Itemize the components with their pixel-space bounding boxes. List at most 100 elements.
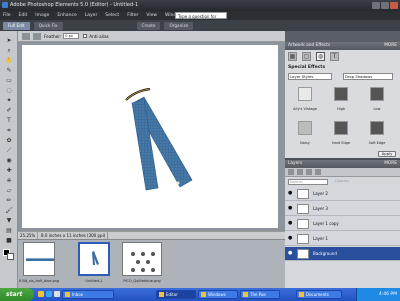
quick-launch [38,291,60,297]
apply-button[interactable]: Apply [378,151,396,157]
browser-icon[interactable] [46,291,52,297]
close-button[interactable] [390,2,398,9]
toolbox: ➤ ⌕ ✋ ✎ ▭ ◌ ✦ ✐ T ⌗ ✿ ⟋ ◉ ✚ ⎈ ▱ ✏ 🖌 ▼ ▤ … [0,31,18,288]
style-label: High [336,107,346,111]
organize-button[interactable]: Organize [164,21,194,30]
text-tab-icon[interactable]: T [330,52,339,61]
delete-layer-icon[interactable] [306,169,312,175]
layer-name: Background [313,251,337,256]
eyedropper-tool-icon[interactable]: ✎ [4,67,14,74]
style-thumbnail[interactable]: Hard Edge [324,117,358,151]
selection-brush-icon[interactable]: ✐ [4,107,14,114]
style-thumbnail[interactable]: High [324,83,358,117]
taskbar-item[interactable]: Documents [296,290,342,299]
layer-thumbnail [297,189,309,199]
document-canvas[interactable] [22,45,278,228]
effects-style-set-select[interactable]: Drop Shadows [343,73,393,80]
system-tray-clock[interactable]: 4:46 PM [356,288,400,301]
hand-tool-icon[interactable]: ✋ [4,57,14,64]
photo-bin-thumb[interactable] [122,242,162,276]
minimize-button[interactable] [372,2,380,9]
layer-row[interactable]: ● Layer 3 [285,202,400,216]
cookie-cutter-icon[interactable]: ✿ [4,137,14,144]
photo-bin-thumb[interactable] [23,242,55,276]
quick-fix-tab[interactable]: Quick Fix [33,21,63,30]
magic-wand-tool-icon[interactable]: ✦ [4,97,14,104]
layers-more-button[interactable]: MORE [384,160,397,168]
document-icon [243,292,248,297]
selection-mode-icon[interactable] [33,32,41,40]
maximize-button[interactable] [381,2,389,9]
layer-row[interactable]: ● Layer 2 [285,187,400,201]
layer-row[interactable]: ● Layer 1 copy [285,217,400,231]
move-tool-icon[interactable]: ➤ [4,37,14,44]
full-edit-tab[interactable]: Full Edit [3,21,30,30]
clone-stamp-icon[interactable]: ⎈ [4,177,14,184]
menu-view[interactable]: View [146,13,157,18]
visibility-eye-icon[interactable]: ● [288,191,294,196]
lasso-tool-icon[interactable]: ◌ [4,87,14,94]
visibility-eye-icon[interactable]: ● [288,206,294,211]
red-eye-tool-icon[interactable]: ◉ [4,157,14,164]
adjustment-layer-icon[interactable] [297,169,303,175]
photo-bin-thumb-selected[interactable] [78,242,110,276]
menu-select[interactable]: Select [105,13,119,18]
create-button[interactable]: Create [136,21,161,30]
effects-tab-icon[interactable]: ◍ [316,52,325,61]
desktop-icon[interactable] [54,291,60,297]
menu-image[interactable]: Image [35,13,49,18]
crop-tool-icon[interactable]: ⌗ [4,127,14,134]
visibility-eye-icon[interactable]: ● [288,251,294,256]
style-thumbnail[interactable]: Low [360,83,394,117]
marquee-preset-icon[interactable] [22,32,30,40]
help-search-input[interactable]: Type a question for help [175,12,227,26]
layer-row-selected[interactable]: ● Background [285,247,400,261]
visibility-eye-icon[interactable]: ● [288,221,294,226]
healing-brush-icon[interactable]: ✚ [4,167,14,174]
frames-tab-icon[interactable]: ▢ [302,52,311,61]
photoshop-elements-icon [2,2,8,8]
start-button[interactable]: start [0,288,34,301]
effects-more-button[interactable]: MORE [384,42,397,50]
style-thumbnail[interactable]: Ally's Vintage [288,83,322,117]
shape-tool-icon[interactable]: ■ [4,237,14,244]
effects-category-select[interactable]: Layer Styles [288,73,332,80]
taskbar-item-active[interactable]: Editor [156,290,196,299]
menu-filter[interactable]: Filter [127,13,138,18]
folder-icon[interactable] [38,291,44,297]
pencil-tool-icon[interactable]: ✏ [4,197,14,204]
paint-bucket-icon[interactable]: ▼ [4,217,14,224]
brush-tool-icon[interactable]: 🖌 [4,207,14,214]
style-swatch [370,121,384,135]
effects-section-title: Special Effects [288,65,326,70]
marquee-tool-icon[interactable]: ▭ [4,77,14,84]
taskbar-item[interactable]: The Poe [240,290,280,299]
new-layer-icon[interactable] [288,169,294,175]
type-tool-icon[interactable]: T [4,117,14,124]
taskbar-item-label: The Poe [250,292,266,297]
antialias-checkbox[interactable] [83,34,88,38]
lock-layer-icon[interactable] [315,169,321,175]
layer-thumbnail [297,204,309,214]
feather-label: Feather: [44,33,62,39]
effects-panel-header[interactable]: Artwork and Effects MORE [285,42,400,50]
menu-edit[interactable]: Edit [19,13,28,18]
gradient-tool-icon[interactable]: ▤ [4,227,14,234]
straighten-tool-icon[interactable]: ⟋ [4,147,14,154]
menu-file[interactable]: File [3,13,11,18]
eraser-tool-icon[interactable]: ▱ [4,187,14,194]
menu-enhance[interactable]: Enhance [57,13,76,18]
backgrounds-tab-icon[interactable]: ▦ [288,52,297,61]
layers-panel-header[interactable]: Layers MORE [285,160,400,168]
style-thumbnail[interactable]: Soft Edge [360,117,394,151]
style-thumbnail[interactable]: Noisy [288,117,322,151]
menu-layer[interactable]: Layer [85,13,98,18]
layer-row[interactable]: ● Layer 1 [285,232,400,246]
blend-mode-select[interactable]: Normal [288,179,328,185]
feather-input[interactable]: 0 px [63,33,80,39]
background-color-swatch[interactable] [7,253,14,260]
taskbar-item[interactable]: Inbox [62,290,114,299]
zoom-tool-icon[interactable]: ⌕ [4,47,14,54]
visibility-eye-icon[interactable]: ● [288,236,294,241]
taskbar-item[interactable]: Windows [198,290,238,299]
